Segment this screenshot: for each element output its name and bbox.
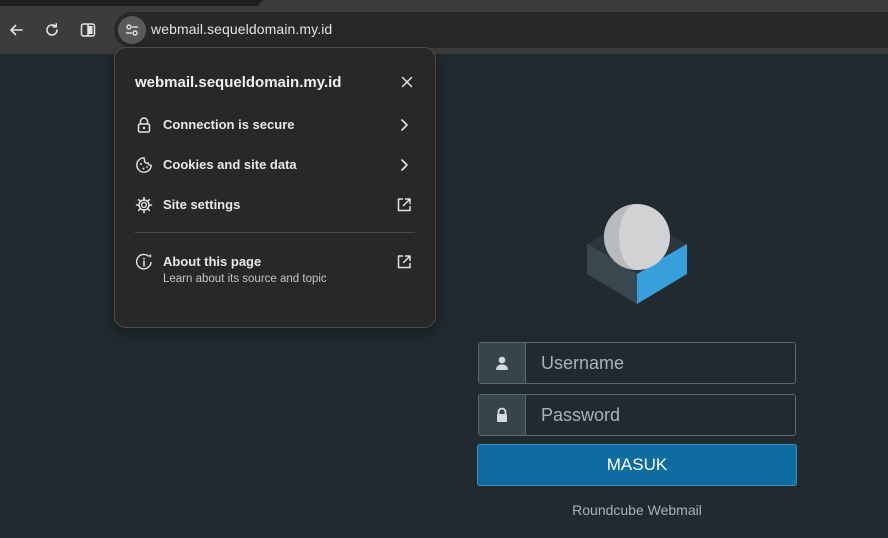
popup-item-site-settings[interactable]: Site settings [115, 185, 435, 225]
username-input[interactable] [527, 343, 795, 383]
lock-icon [137, 117, 151, 133]
info-sparkle-icon [135, 253, 153, 270]
split-view-button[interactable] [76, 18, 100, 42]
password-input[interactable] [527, 395, 795, 435]
popup-item-cookies[interactable]: Cookies and site data [115, 145, 435, 185]
split-view-icon [80, 23, 96, 37]
close-icon [401, 76, 413, 88]
url-text[interactable]: webmail.sequeldomain.my.id [151, 21, 332, 37]
external-link-icon [397, 255, 411, 269]
username-addon [479, 343, 526, 383]
reload-button[interactable] [40, 18, 64, 42]
gear-icon [135, 196, 153, 214]
reload-icon [46, 23, 58, 36]
site-info-button[interactable] [118, 16, 146, 44]
password-field [478, 394, 796, 436]
chevron-right-icon [401, 159, 408, 171]
popup-divider [135, 232, 415, 233]
roundcube-logo [587, 204, 687, 304]
lock-icon [497, 407, 507, 422]
login-submit-button[interactable]: MASUK [477, 444, 797, 486]
footer-text[interactable]: Roundcube Webmail [478, 502, 796, 518]
popup-item-label: Connection is secure [163, 117, 295, 132]
popup-item-label: Site settings [163, 197, 241, 212]
user-icon [496, 356, 508, 370]
password-addon [479, 395, 526, 435]
popup-item-about-page[interactable]: About this page Learn about its source a… [115, 246, 435, 294]
popup-item-sublabel: Learn about its source and topic [163, 273, 327, 285]
popup-title: webmail.sequeldomain.my.id [135, 74, 342, 91]
address-bar[interactable]: webmail.sequeldomain.my.id [114, 12, 888, 48]
site-info-popup: webmail.sequeldomain.my.id Connection is… [114, 47, 436, 328]
popup-item-label: Cookies and site data [163, 157, 297, 172]
popup-close-button[interactable] [399, 74, 415, 90]
username-field [478, 342, 796, 384]
popup-item-connection[interactable]: Connection is secure [115, 105, 435, 145]
arrow-left-icon [10, 24, 23, 36]
popup-item-label: About this page [163, 254, 262, 269]
external-link-icon [397, 198, 411, 212]
back-button[interactable] [4, 18, 28, 42]
chevron-right-icon [401, 119, 408, 131]
tune-icon [126, 24, 138, 36]
cookie-icon [136, 157, 152, 173]
